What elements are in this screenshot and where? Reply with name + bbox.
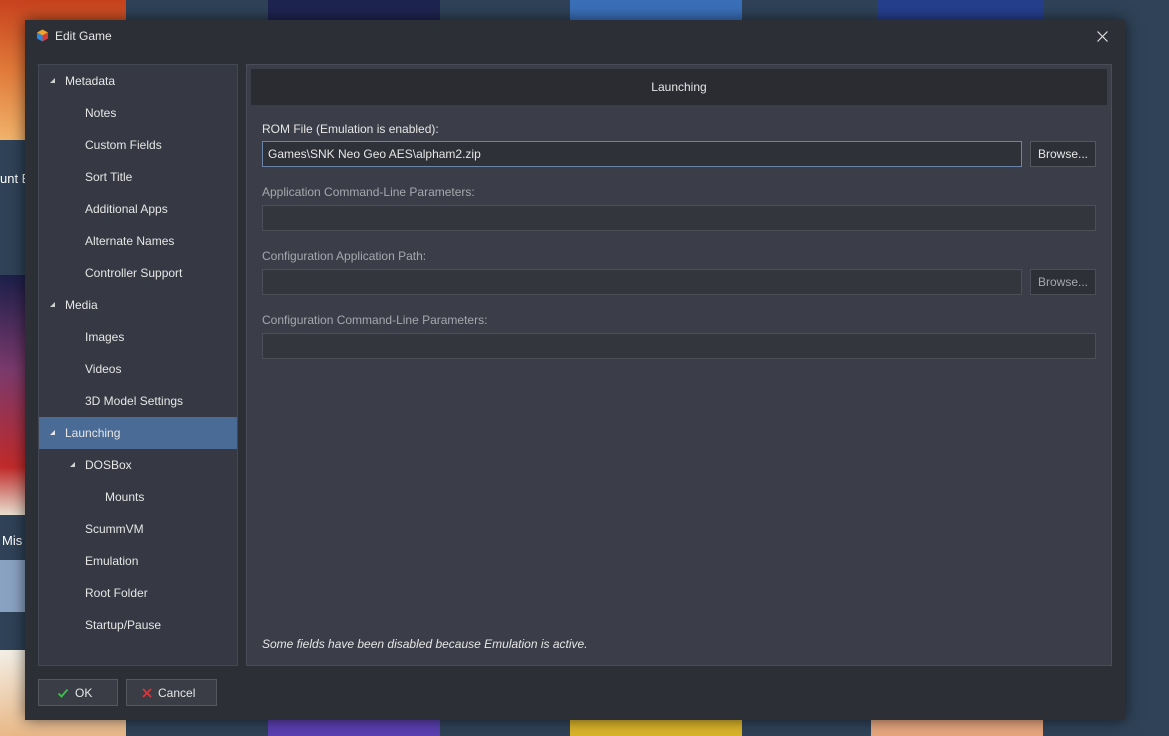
tree-item-label: Controller Support: [85, 266, 183, 280]
tree-item-label: ScummVM: [85, 522, 144, 536]
tree-item-label: Metadata: [65, 74, 116, 88]
tree-item-label: DOSBox: [85, 458, 132, 472]
game-title-fragment: Mis: [2, 533, 23, 548]
tree-item-emulation[interactable]: Emulation: [39, 545, 237, 577]
game-cover-tile: [570, 0, 742, 22]
app-cmdline-label: Application Command-Line Parameters:: [262, 185, 475, 199]
tree-item-videos[interactable]: Videos: [39, 353, 237, 385]
tree-item-label: Mounts: [105, 490, 145, 504]
tree-item-mounts[interactable]: Mounts: [39, 481, 237, 513]
config-cmdline-label: Configuration Command-Line Parameters:: [262, 313, 488, 327]
tree-item-label: Sort Title: [85, 170, 133, 184]
tree-item-label: Additional Apps: [85, 202, 168, 216]
dialog-title: Edit Game: [55, 29, 112, 43]
game-cover-tile: [570, 718, 742, 736]
tree-item-label: Emulation: [85, 554, 139, 568]
rom-file-label: ROM File (Emulation is enabled):: [262, 122, 439, 136]
tree-item-custom-fields[interactable]: Custom Fields: [39, 129, 237, 161]
launching-panel: Launching ROM File (Emulation is enabled…: [246, 64, 1112, 666]
tree-item-label: Root Folder: [85, 586, 148, 600]
triangle-expanded-icon[interactable]: [49, 77, 57, 85]
tree-item-label: Alternate Names: [85, 234, 175, 248]
tree-item-metadata[interactable]: Metadata: [39, 65, 237, 97]
tree-item-label: Media: [65, 298, 98, 312]
edit-game-dialog: Edit Game Metadata Notes Custom Fields S…: [25, 20, 1125, 720]
tree-item-startup-pause[interactable]: Startup/Pause: [39, 609, 237, 641]
emulation-note: Some fields have been disabled because E…: [262, 637, 588, 651]
config-app-path-label: Configuration Application Path:: [262, 249, 427, 263]
tree-item-label: Startup/Pause: [85, 618, 162, 632]
game-cover-tile: [871, 718, 1043, 736]
cancel-label: Cancel: [158, 686, 196, 700]
close-icon: [1096, 30, 1108, 42]
tree-item-label: Videos: [85, 362, 122, 376]
tree-item-sort-title[interactable]: Sort Title: [39, 161, 237, 193]
tree-item-alternate-names[interactable]: Alternate Names: [39, 225, 237, 257]
close-button[interactable]: [1087, 24, 1117, 48]
tree-item-label: Notes: [85, 106, 117, 120]
rom-file-browse-button[interactable]: Browse...: [1030, 141, 1096, 167]
config-cmdline-input[interactable]: [262, 333, 1096, 359]
tree-item-images[interactable]: Images: [39, 321, 237, 353]
game-cover-tile: [0, 275, 26, 515]
ok-button[interactable]: OK: [38, 679, 118, 706]
triangle-expanded-icon[interactable]: [69, 461, 77, 469]
tree-item-root-folder[interactable]: Root Folder: [39, 577, 237, 609]
tree-item-label: Custom Fields: [85, 138, 162, 152]
rom-file-input[interactable]: [262, 141, 1022, 167]
triangle-expanded-icon[interactable]: [49, 429, 57, 437]
tree-item-launching[interactable]: Launching: [39, 417, 237, 449]
settings-tree: Metadata Notes Custom Fields Sort Title …: [38, 64, 238, 666]
ok-label: OK: [75, 686, 93, 700]
tree-item-scummvm[interactable]: ScummVM: [39, 513, 237, 545]
tree-item-controller-support[interactable]: Controller Support: [39, 257, 237, 289]
game-cover-tile: [268, 0, 440, 22]
tree-item-additional-apps[interactable]: Additional Apps: [39, 193, 237, 225]
checkmark-icon: [57, 688, 69, 698]
tree-item-dosbox[interactable]: DOSBox: [39, 449, 237, 481]
cancel-button[interactable]: Cancel: [126, 679, 217, 706]
tree-item-label: Images: [85, 330, 125, 344]
dialog-titlebar: Edit Game: [25, 20, 1125, 52]
config-app-browse-button[interactable]: Browse...: [1030, 269, 1096, 295]
panel-title: Launching: [651, 80, 707, 94]
triangle-expanded-icon[interactable]: [49, 301, 57, 309]
config-app-path-input[interactable]: [262, 269, 1022, 295]
launchbox-icon: [37, 29, 48, 42]
game-cover-tile: [877, 0, 1043, 22]
game-cover-tile: [0, 560, 26, 612]
app-cmdline-input[interactable]: [262, 205, 1096, 231]
tree-item-label: 3D Model Settings: [85, 394, 184, 408]
tree-item-notes[interactable]: Notes: [39, 97, 237, 129]
tree-item-3d-model-settings[interactable]: 3D Model Settings: [39, 385, 237, 417]
panel-header: Launching: [251, 69, 1107, 105]
tree-item-label: Launching: [65, 426, 121, 440]
tree-item-media[interactable]: Media: [39, 289, 237, 321]
game-cover-tile: [268, 718, 440, 736]
x-icon: [142, 688, 152, 698]
